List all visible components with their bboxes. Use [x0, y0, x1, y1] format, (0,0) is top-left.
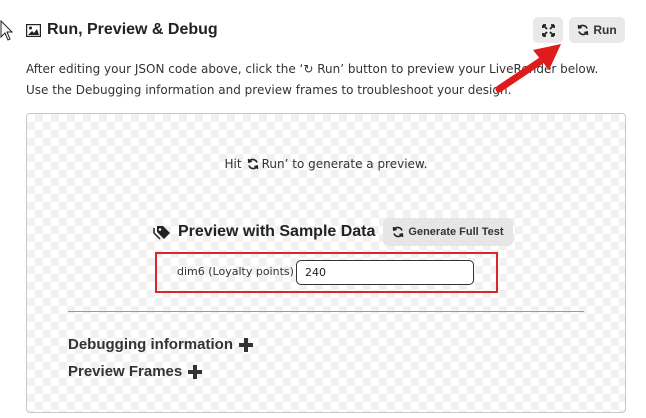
debugging-information-toggle[interactable]: Debugging information [68, 336, 254, 353]
refresh-icon [577, 24, 589, 36]
panel-title: Run, Preview & Debug [26, 21, 218, 39]
divider [68, 311, 584, 312]
run-button[interactable]: Run [569, 17, 625, 43]
panel-title-text: Run, Preview & Debug [47, 21, 218, 38]
preview-hint: Hit Run’ to generate a preview. [27, 157, 625, 171]
mouse-cursor-icon [0, 20, 14, 41]
generate-full-test-label: Generate Full Test [408, 226, 504, 238]
refresh-icon [392, 226, 404, 238]
preview-frames-toggle[interactable]: Preview Frames [68, 363, 203, 380]
refresh-icon [247, 158, 259, 170]
run-button-label: Run [593, 23, 617, 37]
sample-data-title: Preview with Sample Data [153, 223, 375, 241]
preview-frames-label: Preview Frames [68, 363, 183, 380]
generate-full-test-button[interactable]: Generate Full Test [383, 218, 513, 246]
preview-hint-prefix: Hit [224, 157, 242, 171]
highlighted-parameter-row: dim6 (Loyalty points) [155, 252, 498, 293]
tags-icon [153, 225, 171, 240]
debugging-information-label: Debugging information [68, 336, 233, 353]
image-icon [26, 23, 41, 37]
sample-data-title-text: Preview with Sample Data [178, 223, 376, 240]
annotation-arrow-icon [495, 44, 561, 93]
preview-area: Hit Run’ to generate a preview. Preview … [26, 113, 626, 413]
loyalty-points-input[interactable] [296, 260, 474, 285]
plus-icon [187, 364, 203, 380]
plus-icon [238, 337, 254, 353]
parameter-label: dim6 (Loyalty points) [177, 265, 294, 278]
preview-hint-suffix: Run’ to generate a preview. [261, 157, 428, 171]
expand-icon [541, 23, 555, 37]
sample-data-header: Preview with Sample Data Generate Full T… [153, 218, 513, 246]
